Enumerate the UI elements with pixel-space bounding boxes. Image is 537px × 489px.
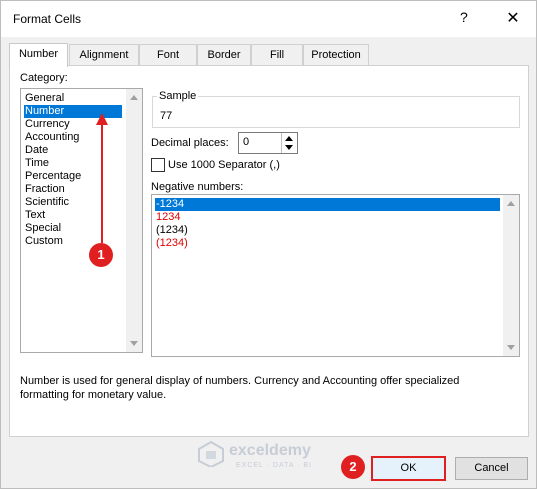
stepper-buttons[interactable] (281, 133, 297, 153)
watermark-name: exceldemy (229, 442, 311, 459)
tab-border[interactable]: Border (197, 44, 251, 66)
ok-button[interactable]: OK (371, 456, 446, 481)
format-cells-dialog: Format Cells ? ✕ Number Alignment Font B… (0, 0, 537, 489)
increment-icon[interactable] (285, 136, 293, 141)
category-list[interactable]: General Number Currency Accounting Date … (20, 88, 143, 353)
decimal-places-value[interactable]: 0 (243, 136, 249, 148)
scroll-down-icon[interactable] (130, 341, 138, 346)
negative-option-3[interactable]: (1234) (155, 224, 500, 237)
scroll-up-icon[interactable] (130, 95, 138, 100)
format-description: Number is used for general display of nu… (20, 375, 460, 401)
negative-option-2[interactable]: 1234 (155, 211, 500, 224)
watermark-tagline: EXCEL · DATA · BI (236, 462, 312, 469)
scroll-down-icon[interactable] (507, 345, 515, 350)
decrement-icon[interactable] (285, 145, 293, 150)
annotation-badge-2: 2 (341, 455, 365, 479)
negative-numbers-label: Negative numbers: (151, 181, 244, 193)
annotation-arrow-icon (96, 113, 108, 243)
thousand-separator-label: Use 1000 Separator (,) (168, 159, 280, 171)
tab-number[interactable]: Number (9, 43, 68, 67)
sample-label: Sample (157, 90, 199, 102)
category-item-general[interactable]: General (24, 92, 122, 105)
sample-group: 77 (152, 96, 520, 128)
title-bar: Format Cells ? ✕ (1, 1, 536, 37)
exceldemy-logo-icon (198, 441, 224, 467)
category-scrollbar[interactable] (126, 89, 142, 352)
decimal-places-stepper[interactable]: 0 (238, 132, 298, 154)
category-label: Category: (20, 72, 68, 84)
negative-numbers-list[interactable]: -1234 1234 (1234) (1234) (151, 194, 520, 357)
decimal-places-label: Decimal places: (151, 137, 229, 149)
thousand-separator-checkbox[interactable] (151, 158, 165, 172)
help-button[interactable]: ? (460, 9, 468, 25)
annotation-badge-1: 1 (89, 243, 113, 267)
cancel-button[interactable]: Cancel (455, 457, 528, 480)
tab-alignment[interactable]: Alignment (69, 44, 139, 66)
close-icon[interactable]: ✕ (499, 7, 527, 31)
tab-font[interactable]: Font (139, 44, 197, 66)
tab-protection[interactable]: Protection (303, 44, 369, 66)
sample-value: 77 (160, 110, 173, 122)
negative-option-4[interactable]: (1234) (155, 237, 500, 250)
tab-fill[interactable]: Fill (251, 44, 303, 66)
negative-numbers-scrollbar[interactable] (503, 195, 519, 356)
scroll-up-icon[interactable] (507, 201, 515, 206)
negative-option-1[interactable]: -1234 (155, 198, 500, 211)
dialog-title: Format Cells (13, 12, 82, 26)
